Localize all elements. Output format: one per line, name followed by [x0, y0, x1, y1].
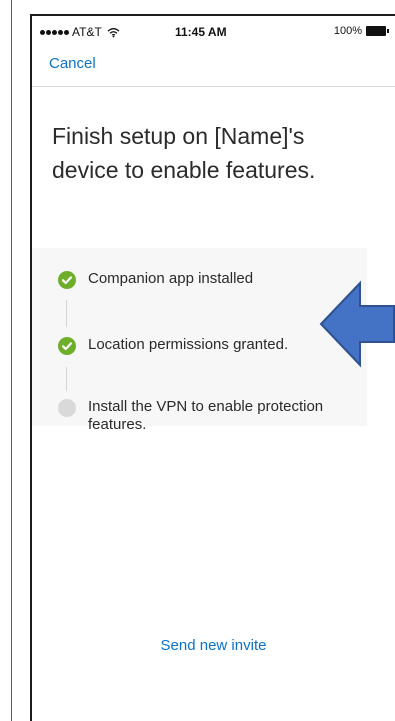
left-guide-line: [11, 0, 12, 721]
setup-step-location-permissions: Location permissions granted.: [58, 336, 353, 355]
battery-icon: [366, 26, 389, 36]
setup-step-label: Location permissions granted.: [88, 336, 289, 353]
setup-step-install-vpn: Install the VPN to enable protection fea…: [58, 398, 353, 434]
status-time: 11:45 AM: [175, 25, 227, 39]
setup-title: Finish setup on [Name]'s device to enabl…: [52, 123, 316, 183]
setup-step-companion-app: Companion app installed: [58, 270, 353, 289]
nav-divider: [32, 86, 395, 87]
wifi-icon: [107, 27, 120, 37]
cancel-button[interactable]: Cancel: [49, 55, 96, 72]
carrier-label: AT&T: [72, 25, 102, 39]
setup-step-label: Install the VPN to enable protection fea…: [88, 398, 324, 433]
battery-percentage: 100%: [333, 25, 362, 37]
check-circle-icon: [58, 271, 76, 289]
status-bar: AT&T 11:45 AM 100%: [32, 16, 395, 46]
setup-steps-panel: Companion app installed Location permiss…: [32, 248, 367, 433]
page: AT&T 11:45 AM 100% Cancel Finish setup o…: [0, 0, 395, 721]
left-arrow-icon: [319, 280, 395, 368]
carrier-group: AT&T: [40, 25, 120, 39]
send-new-invite-button[interactable]: Send new invite: [32, 637, 395, 654]
step-connector-line: [66, 300, 67, 327]
step-connector-line: [66, 367, 67, 391]
pending-circle-icon: [58, 399, 76, 417]
signal-icon: [40, 29, 69, 35]
check-circle-icon: [58, 337, 76, 355]
battery-group: 100%: [334, 25, 389, 37]
setup-step-label: Companion app installed: [88, 270, 254, 287]
